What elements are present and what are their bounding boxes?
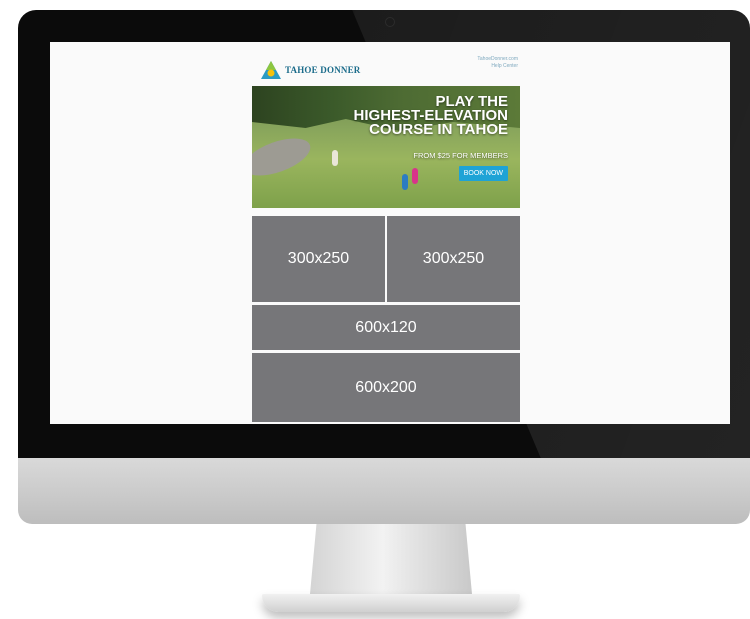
hero-subline: FROM $25 FOR MEMBERS (413, 151, 508, 160)
ad-slot-300x250-right[interactable]: 300x250 (387, 216, 520, 302)
site-link[interactable]: TahoeDonner.com (477, 56, 518, 63)
monitor-chin (18, 458, 750, 524)
hero-headline: PLAY THE HIGHEST-ELEVATION COURSE IN TAH… (354, 94, 508, 138)
ad-size-label: 600x200 (355, 378, 417, 396)
cart-path (252, 130, 316, 184)
golfer-figure (402, 174, 408, 190)
ad-slot-600x120[interactable]: 600x120 (252, 305, 520, 350)
header-links: TahoeDonner.com Help Center (477, 56, 518, 70)
triangle-logo-icon (261, 61, 281, 79)
monitor-base (262, 594, 520, 612)
ad-size-label: 300x250 (422, 250, 485, 267)
email-header: TAHOE DONNER TahoeDonner.com Help Center (252, 52, 520, 86)
ad-slot-300x250-left[interactable]: 300x250 (252, 216, 385, 302)
email-preview: TAHOE DONNER TahoeDonner.com Help Center… (252, 52, 520, 208)
tahoe-donner-logo[interactable]: TAHOE DONNER (260, 60, 361, 80)
ad-size-label: 600x120 (355, 318, 417, 336)
help-center-link[interactable]: Help Center (477, 63, 518, 70)
headline-line: COURSE IN TAHOE (369, 121, 508, 138)
ad-size-label: 300x250 (287, 250, 350, 267)
logo-wordmark: TAHOE DONNER (285, 65, 361, 75)
monitor-stand (310, 524, 472, 594)
golfer-figure (332, 150, 338, 166)
book-now-button[interactable]: BOOK NOW (458, 166, 508, 181)
camera-icon (385, 17, 395, 27)
hero-banner[interactable]: PLAY THE HIGHEST-ELEVATION COURSE IN TAH… (252, 86, 520, 208)
ad-slot-600x200[interactable]: 600x200 (252, 353, 520, 422)
golfer-figure (412, 168, 418, 184)
